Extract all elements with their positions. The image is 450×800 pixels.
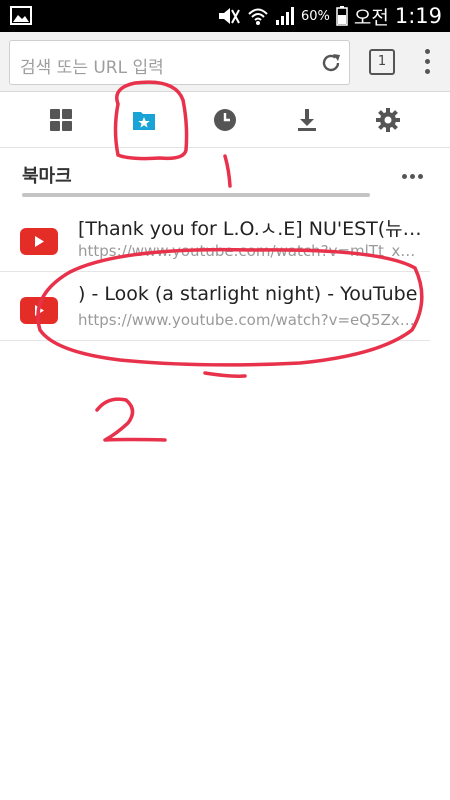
- status-ampm: 오전: [353, 6, 389, 29]
- tab-switcher-button[interactable]: 1: [369, 49, 395, 75]
- bookmark-item[interactable]: [Thank you for L.O.ㅅ.E] NU'EST(뉴이스트) htt…: [0, 204, 430, 272]
- section-more-icon[interactable]: [402, 164, 430, 184]
- downloads-icon[interactable]: [293, 106, 321, 134]
- status-time: 1:19: [394, 4, 442, 28]
- annotation-digit-1: [223, 154, 232, 188]
- overflow-menu-icon[interactable]: [421, 46, 433, 78]
- bookmark-url: https://www.youtube.com/watch?v=eQ5Zxxxx…: [78, 311, 423, 329]
- most-visited-grid-icon[interactable]: [47, 106, 75, 134]
- bookmark-url: https://www.youtube.com/watch?v=mlTt_xxx…: [78, 242, 423, 260]
- history-clock-icon[interactable]: [211, 106, 239, 134]
- mute-icon: [218, 8, 240, 24]
- bookmarks-folder-icon[interactable]: [130, 106, 158, 134]
- battery-percent: 60%: [300, 8, 330, 24]
- annotation-digit-2: [95, 397, 167, 442]
- settings-gear-icon[interactable]: [374, 106, 402, 134]
- status-icons: 60% 오전 1:19: [217, 0, 442, 32]
- signal-icon: [275, 7, 294, 25]
- picture-icon: [10, 6, 32, 25]
- url-placeholder: 검색 또는 URL 입력: [20, 58, 164, 78]
- battery-icon: [336, 6, 348, 26]
- reload-icon[interactable]: [319, 51, 343, 75]
- bookmark-title: [Thank you for L.O.ㅅ.E] NU'EST(뉴이스트): [78, 218, 423, 240]
- url-bar: 검색 또는 URL 입력 1: [0, 32, 450, 92]
- ntp-nav-row: [0, 92, 450, 148]
- bookmark-item[interactable]: ) - Look (a starlight night) - YouTube h…: [0, 273, 430, 341]
- wifi-icon: [248, 8, 268, 25]
- section-title: 북마크: [22, 166, 72, 187]
- youtube-favicon-icon: [20, 297, 58, 324]
- bookmark-title: ) - Look (a starlight night) - YouTube: [78, 283, 418, 305]
- status-bar: 60% 오전 1:19: [0, 0, 450, 32]
- section-scroll-indicator: [22, 193, 370, 197]
- youtube-favicon-icon: [20, 228, 58, 255]
- url-input[interactable]: 검색 또는 URL 입력: [9, 40, 350, 85]
